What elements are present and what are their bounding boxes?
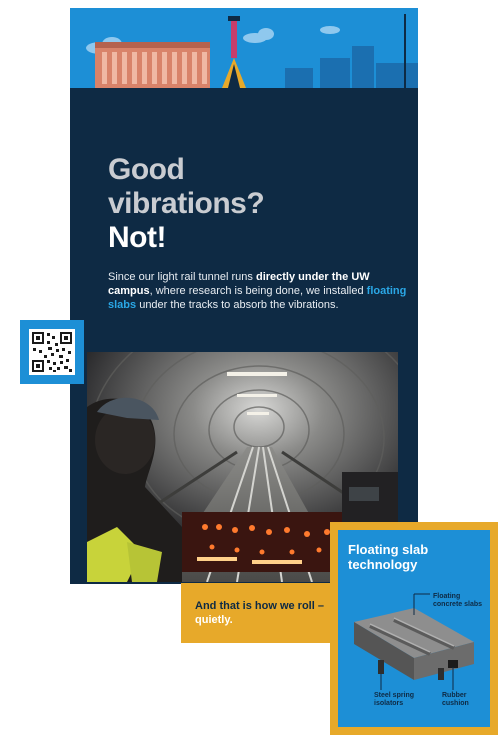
headline-line-3: Not!: [108, 221, 166, 254]
qr-code-frame[interactable]: [20, 320, 84, 384]
label-steel-spring-isolators: Steel spring isolators: [374, 692, 415, 707]
floating-slab-card: Floating slab technology Floating concre…: [330, 522, 498, 735]
callout-highlight: quietly.: [195, 614, 233, 626]
intro-part-1: Since our light rail tunnel runs: [108, 271, 256, 283]
headline-line-2: vibrations?: [108, 187, 265, 220]
skyline-illustration: [70, 8, 418, 88]
headline: Good vibrations? Not!: [108, 153, 265, 255]
intro-paragraph: Since our light rail tunnel runs directl…: [108, 270, 408, 312]
label-rubber-cushion: Rubber cushion: [442, 692, 469, 707]
callout-text: And that is how we roll – quietly.: [195, 599, 325, 627]
building-illustration: [95, 42, 210, 88]
callout-box: And that is how we roll – quietly.: [181, 583, 331, 643]
callout-main: And that is how we roll –: [195, 600, 324, 612]
skyline-banner: [70, 8, 418, 88]
floating-slab-panel: Floating slab technology Floating concre…: [338, 530, 490, 727]
intro-part-2: , where research is being done, we insta…: [149, 285, 367, 297]
label-floating-concrete-slabs: Floating concrete slabs: [433, 593, 483, 608]
intro-part-3: under the tracks to absorb the vibration…: [136, 299, 339, 311]
qr-code-icon[interactable]: [29, 329, 75, 375]
headline-line-1: Good: [108, 153, 185, 186]
